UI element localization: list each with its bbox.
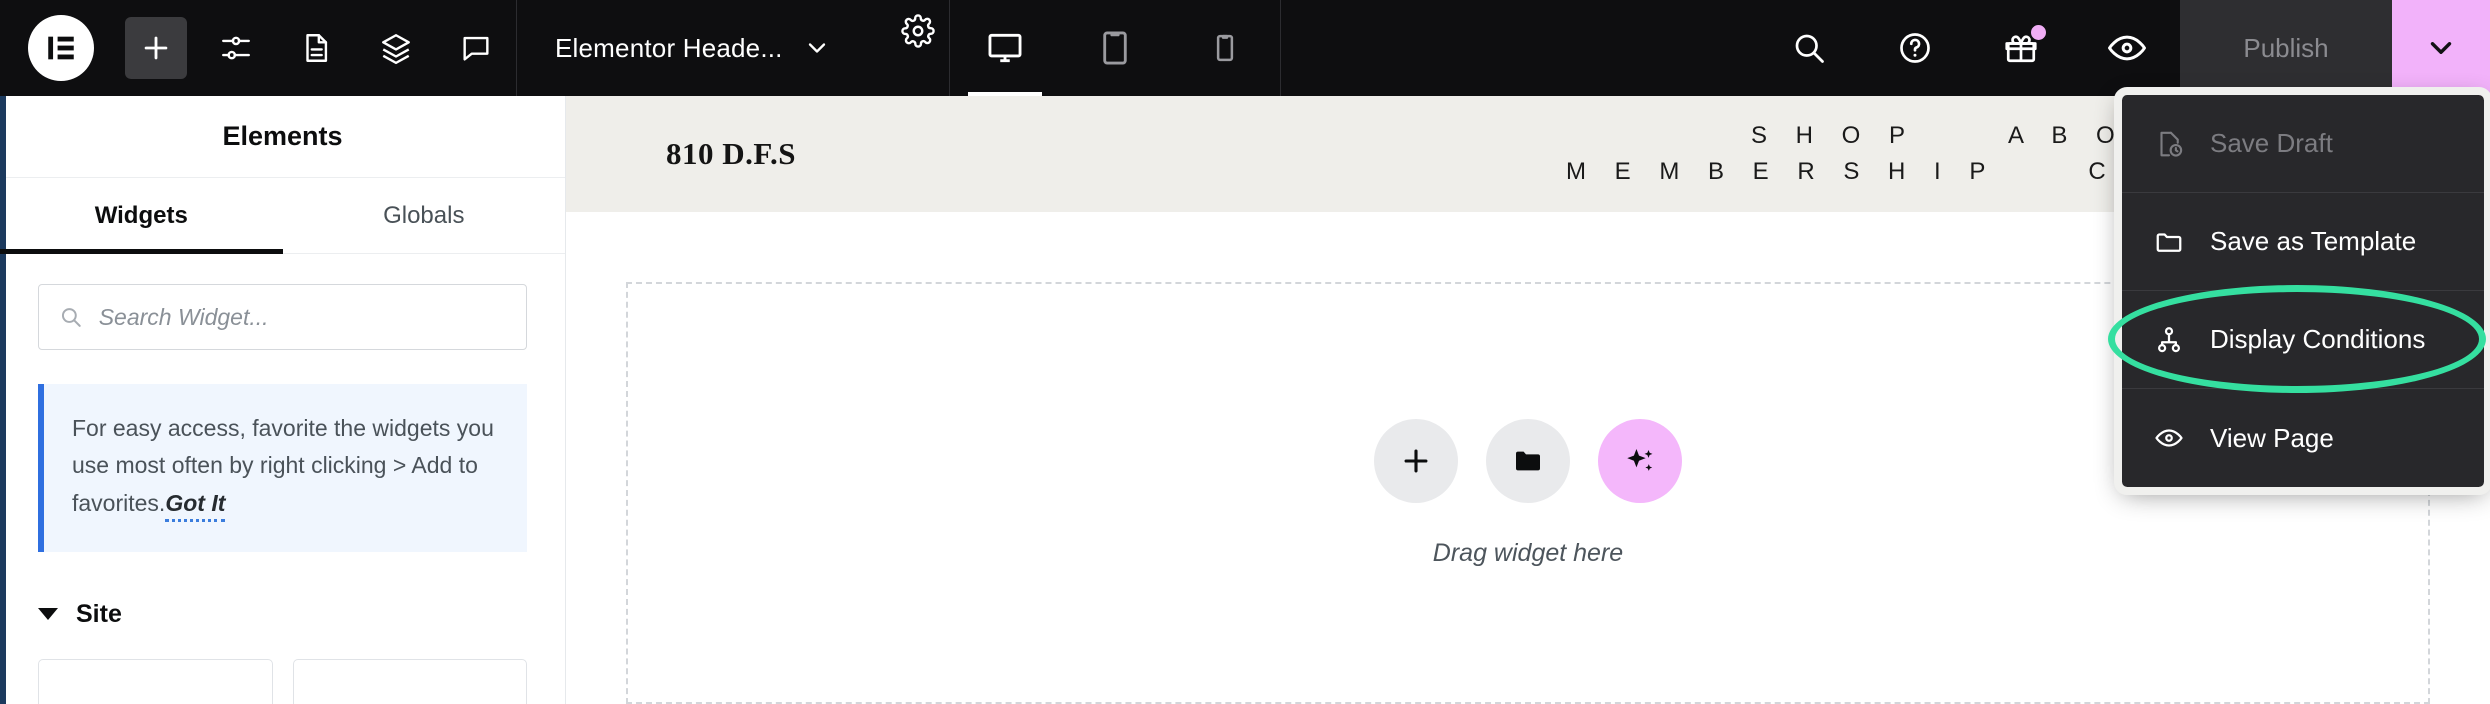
- document-title-dropdown[interactable]: Elementor Heade...: [517, 0, 869, 96]
- eye-icon: [2108, 35, 2146, 61]
- elementor-editor: Elementor Heade... Publish Elements Widg…: [0, 0, 2490, 704]
- whats-new-button[interactable]: [1990, 17, 2052, 79]
- publish-options-button[interactable]: [2392, 0, 2490, 96]
- document-clock-icon: [2152, 129, 2186, 159]
- gear-icon: [900, 14, 935, 48]
- menu-item-display-conditions[interactable]: Display Conditions: [2108, 285, 2486, 393]
- document-icon: [306, 34, 328, 62]
- page-settings-button[interactable]: [285, 17, 347, 79]
- document-title: Elementor Heade...: [555, 32, 783, 63]
- site-settings-button[interactable]: [205, 17, 267, 79]
- elementor-logo-icon: [48, 36, 74, 60]
- mobile-icon: [1216, 34, 1233, 62]
- add-element-button[interactable]: [125, 17, 187, 79]
- help-icon: [1900, 33, 1930, 63]
- widget-grid: [38, 658, 527, 704]
- ai-builder-button[interactable]: [1598, 418, 1682, 503]
- layers-icon: [382, 34, 410, 65]
- tab-globals[interactable]: Globals: [283, 178, 566, 253]
- help-button[interactable]: [1884, 17, 1946, 79]
- menu-item-save-draft-label: Save Draft: [2210, 128, 2333, 158]
- menu-item-display-conditions-label: Display Conditions: [2210, 324, 2426, 354]
- add-widget-button[interactable]: [1374, 418, 1458, 503]
- panel-title: Elements: [0, 96, 565, 178]
- plus-icon: [1404, 449, 1428, 472]
- panel-content: For easy access, favorite the widgets yo…: [0, 254, 565, 704]
- toolbar-divider-3: [1279, 0, 1281, 96]
- widget-card[interactable]: [38, 658, 273, 704]
- notes-button[interactable]: [445, 17, 507, 79]
- section-site-label: Site: [76, 599, 122, 628]
- got-it-link[interactable]: Got It: [165, 489, 226, 522]
- elementor-logo-button[interactable]: [28, 15, 94, 81]
- structure-button[interactable]: [365, 17, 427, 79]
- favorites-notice-body: For easy access, favorite the widgets yo…: [72, 415, 494, 516]
- site-logo: 810 D.F.S: [666, 136, 796, 171]
- chevron-down-icon: [808, 43, 825, 53]
- sliders-icon: [222, 36, 250, 60]
- dropzone-label: Drag widget here: [1432, 538, 1624, 567]
- responsive-device-switcher: [950, 0, 1280, 96]
- chevron-down-icon: [38, 608, 58, 621]
- menu-item-save-as-template[interactable]: Save as Template: [2122, 193, 2484, 291]
- menu-item-save-draft[interactable]: Save Draft: [2122, 95, 2484, 193]
- plus-icon: [144, 36, 168, 60]
- menu-item-view-page-label: View Page: [2210, 422, 2334, 453]
- search-widget-box[interactable]: [38, 284, 527, 350]
- search-icon: [1795, 34, 1824, 63]
- document-settings-button[interactable]: [887, 0, 949, 62]
- device-desktop-button[interactable]: [950, 0, 1060, 96]
- widget-card[interactable]: [292, 658, 527, 704]
- publish-options-menu: Save Draft Save as Template Display Cond…: [2108, 87, 2490, 495]
- panel-tabs: Widgets Globals: [0, 178, 565, 254]
- search-widget-input[interactable]: [98, 303, 506, 331]
- device-tablet-button[interactable]: [1060, 0, 1170, 96]
- folder-icon: [2152, 227, 2186, 257]
- menu-item-save-as-template-label: Save as Template: [2210, 226, 2417, 256]
- device-mobile-button[interactable]: [1170, 0, 1280, 96]
- toolbar-left-group: [0, 0, 516, 96]
- tab-widgets[interactable]: Widgets: [0, 178, 283, 254]
- sitemap-icon: [2152, 325, 2186, 355]
- favorites-notice-text: For easy access, favorite the widgets yo…: [72, 410, 499, 522]
- menu-item-view-page[interactable]: View Page: [2122, 389, 2484, 487]
- folder-icon: [1516, 451, 1540, 470]
- nav-item-shop[interactable]: S H O P: [1751, 122, 1916, 150]
- eye-icon: [2152, 423, 2186, 453]
- sparkles-icon: [1627, 448, 1653, 471]
- tablet-icon: [1102, 31, 1127, 65]
- top-toolbar: Elementor Heade... Publish: [0, 0, 2490, 96]
- editor-body: Elements Widgets Globals For easy access…: [0, 96, 2490, 704]
- chevron-down-icon: [2430, 42, 2452, 54]
- toolbar-right-group: Publish: [1756, 0, 2490, 96]
- dropzone-buttons: [1374, 418, 1682, 503]
- elements-panel: Elements Widgets Globals For easy access…: [0, 96, 566, 704]
- search-icon: [61, 308, 81, 327]
- comment-icon: [463, 36, 489, 61]
- publish-button[interactable]: Publish: [2180, 0, 2392, 96]
- finder-search-button[interactable]: [1778, 17, 1840, 79]
- notification-dot: [2031, 25, 2046, 40]
- section-site[interactable]: Site: [38, 600, 527, 629]
- add-template-button[interactable]: [1486, 418, 1570, 503]
- desktop-icon: [988, 33, 1022, 63]
- nav-item-membership[interactable]: M E M B E R S H I P: [1566, 158, 1996, 186]
- favorites-notice: For easy access, favorite the widgets yo…: [38, 384, 527, 552]
- preview-changes-button[interactable]: [2096, 17, 2158, 79]
